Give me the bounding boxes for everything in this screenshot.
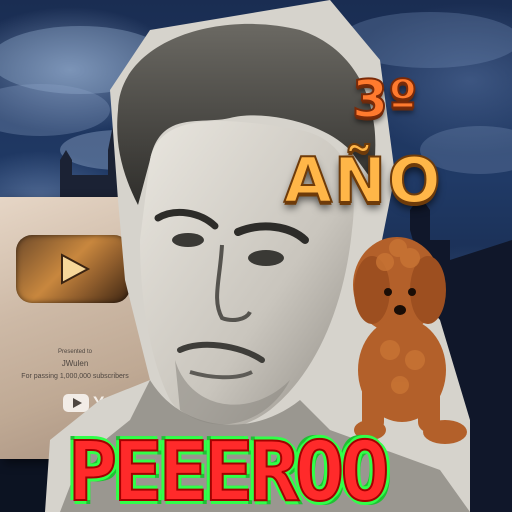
grade-label: 3º <box>351 70 419 130</box>
name-title: PEEEROO <box>67 425 391 512</box>
year-label: AÑO <box>283 144 443 217</box>
thumbnail-canvas: Presented to JWulen For passing 1,000,00… <box>0 0 512 512</box>
